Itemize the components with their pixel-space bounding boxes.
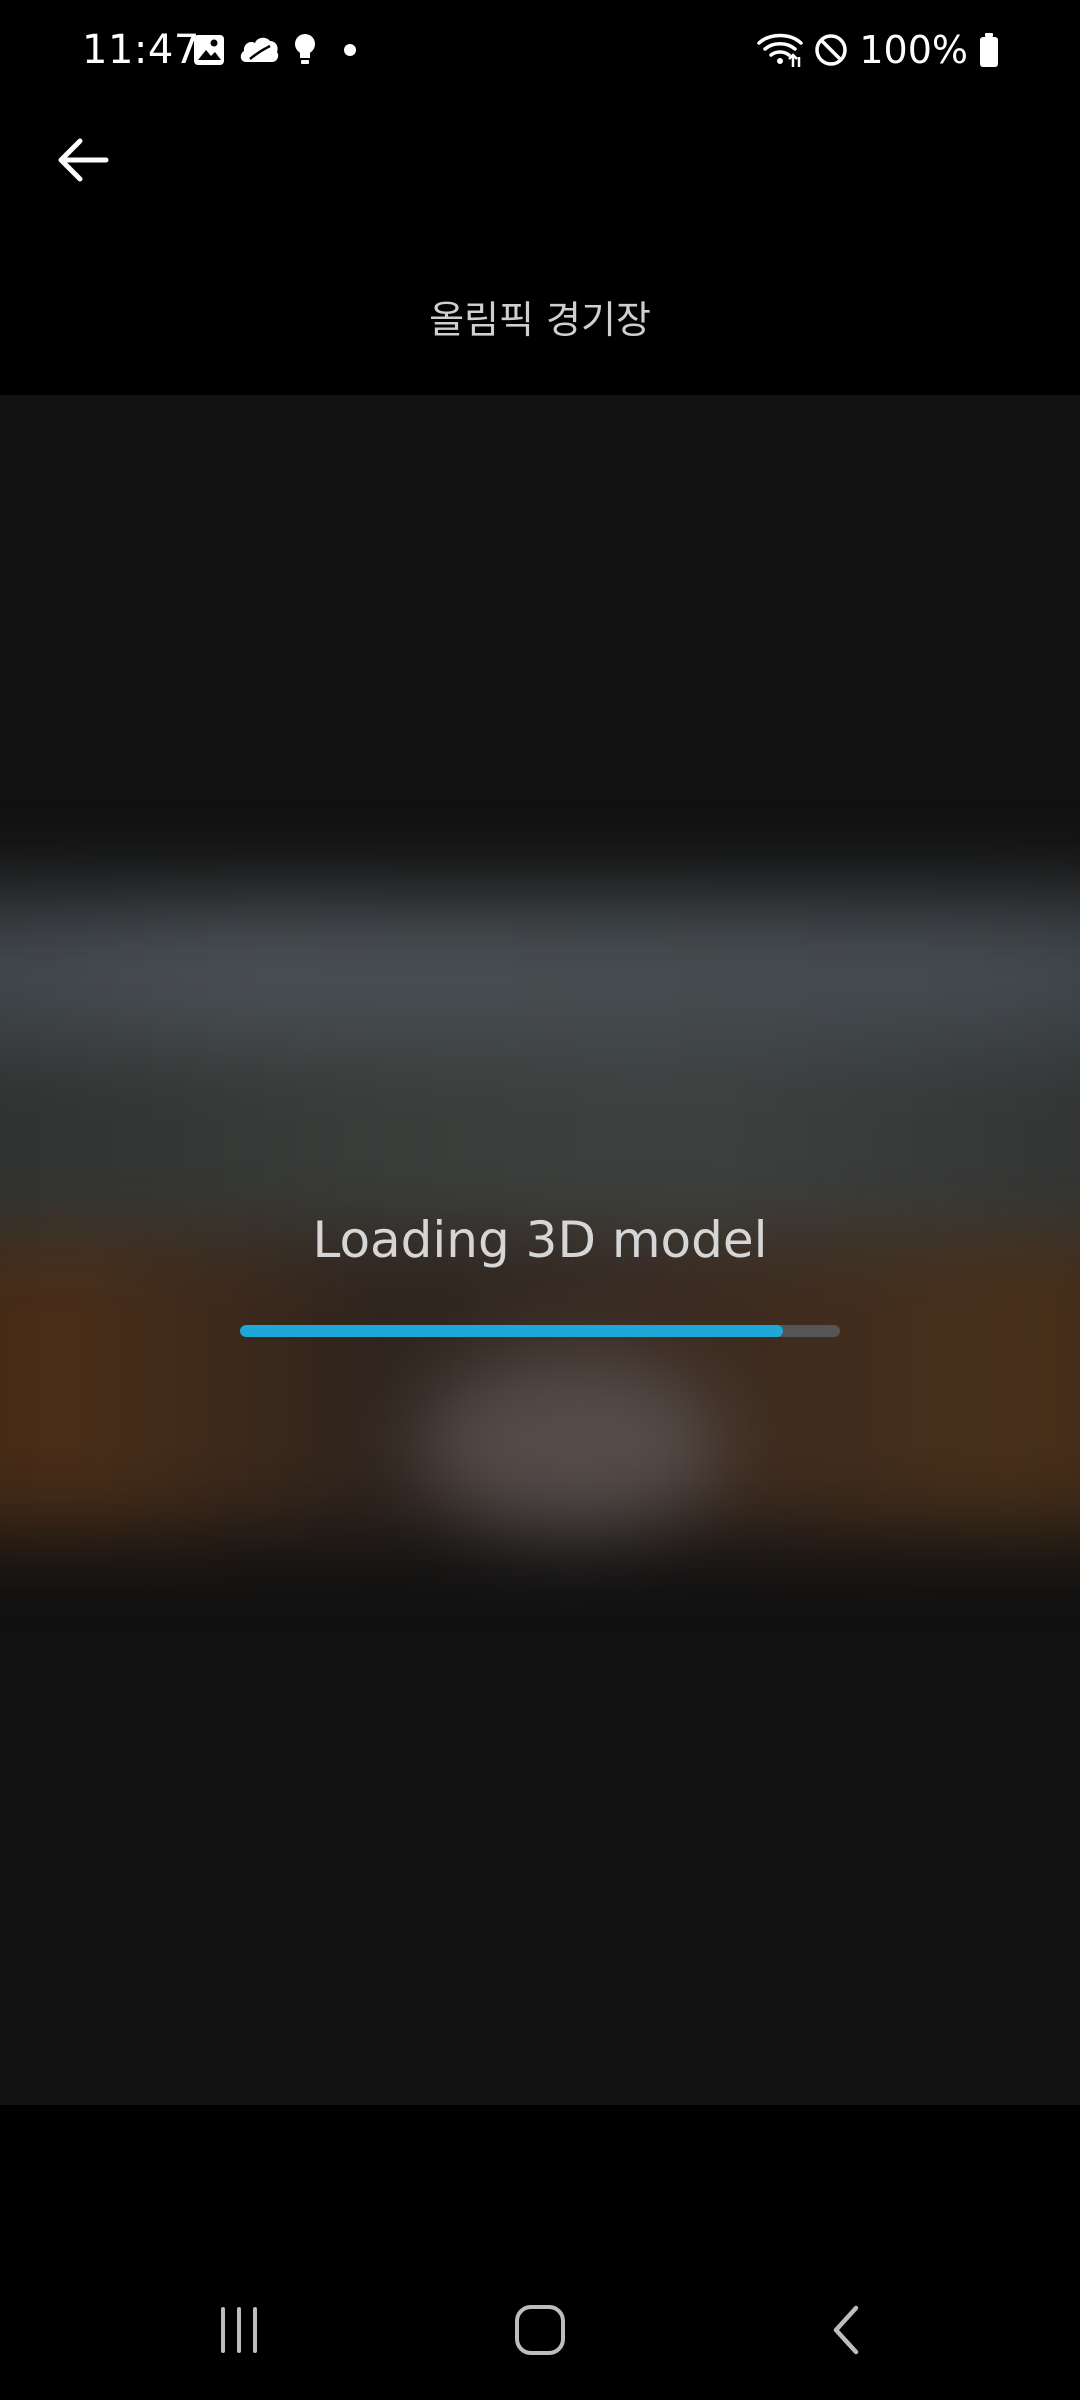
model-viewer[interactable]: Loading 3D model — [0, 395, 1080, 2105]
status-time: 11:47 — [82, 27, 200, 73]
back-button[interactable] — [44, 120, 124, 200]
battery-icon — [980, 33, 998, 67]
page-title: 올림픽 경기장 — [429, 298, 651, 342]
dot-icon — [344, 44, 356, 56]
home-button[interactable] — [480, 2290, 600, 2370]
progress-bar-fill — [240, 1325, 783, 1337]
status-icons-left — [192, 30, 364, 70]
screen: 11:47 100% 올림픽 경기장 Loading 3D model — [0, 0, 1080, 2400]
wifi-icon — [757, 33, 804, 67]
status-bar: 11:47 100% — [0, 0, 1080, 100]
recents-button[interactable] — [179, 2290, 299, 2370]
progress-bar — [240, 1325, 840, 1337]
gallery-icon — [194, 35, 224, 65]
arrow-left-icon — [58, 138, 109, 182]
nav-back-button[interactable] — [786, 2290, 906, 2370]
cloud-leaf-icon — [240, 37, 279, 62]
do-not-disturb-icon — [815, 34, 848, 66]
loading-text: Loading 3D model — [312, 1211, 768, 1269]
bulb-icon — [295, 34, 315, 64]
recents-icon — [221, 2307, 257, 2353]
home-icon — [515, 2305, 565, 2355]
battery-percent: 100% — [859, 28, 968, 72]
blurred-highlight — [420, 1355, 720, 1535]
navigation-bar — [0, 2250, 1080, 2400]
status-icons-right: 100% — [757, 22, 1000, 78]
back-icon — [833, 2305, 859, 2355]
